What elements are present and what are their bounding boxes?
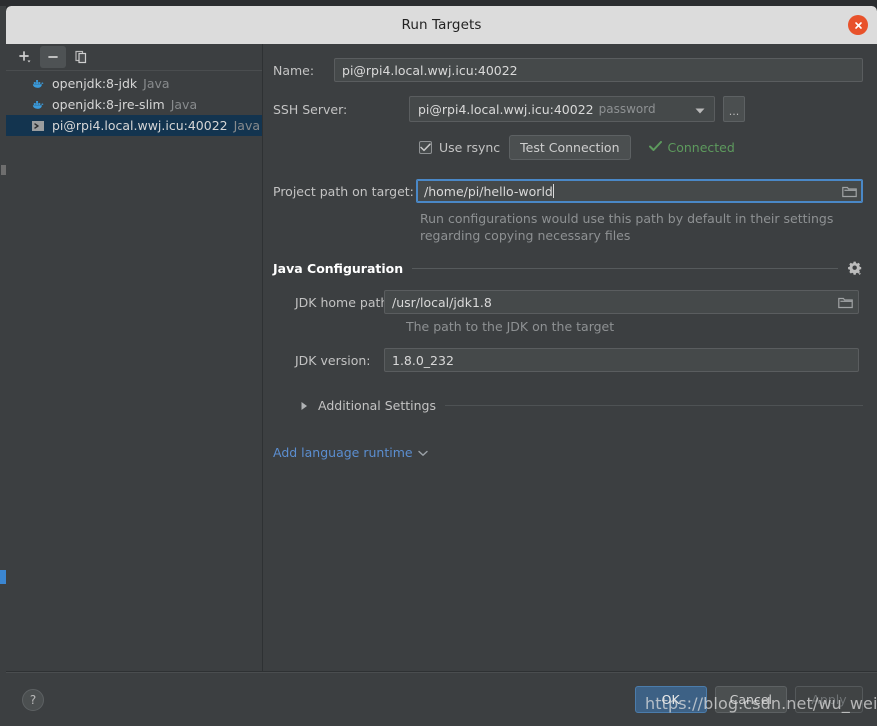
section-divider — [412, 267, 838, 269]
target-settings-pane: Name: pi@rpi4.local.wwj.icu:40022 SSH Se… — [263, 44, 877, 671]
jdk-version-label: JDK version: — [295, 352, 371, 368]
copy-target-button[interactable] — [68, 46, 94, 68]
text-caret — [552, 184, 554, 198]
ssh-server-browse-button[interactable]: ... — [723, 96, 745, 122]
help-button[interactable]: ? — [22, 688, 44, 711]
project-path-label: Project path on target: — [273, 183, 414, 199]
list-item[interactable]: openjdk:8-jdk Java — [6, 73, 262, 94]
chevron-down-icon — [417, 445, 428, 460]
chevron-down-icon — [695, 100, 705, 119]
check-icon — [648, 140, 662, 155]
folder-icon[interactable] — [837, 294, 853, 310]
jdk-version-row: JDK version: 1.8.0_232 — [273, 348, 863, 372]
project-path-hint: Run configurations would use this path b… — [420, 211, 834, 243]
additional-settings-section[interactable]: Additional Settings — [273, 396, 863, 415]
add-target-button[interactable] — [12, 46, 38, 68]
list-item-language: Java — [170, 97, 198, 112]
project-path-row: Project path on target: /home/pi/hello-w… — [273, 179, 863, 203]
name-input-value: pi@rpi4.local.wwj.icu:40022 — [342, 62, 518, 78]
use-rsync-label: Use rsync — [439, 140, 501, 155]
jdk-home-path-input[interactable]: /usr/local/jdk1.8 — [384, 290, 859, 314]
status-badge: Connected — [667, 140, 735, 155]
name-row: Name: pi@rpi4.local.wwj.icu:40022 — [273, 58, 863, 82]
dialog-footer: ? OK Cancel Apply — [6, 672, 877, 726]
targets-sidebar: openjdk:8-jdk Java openjdk:8-jre-slim Ja… — [6, 44, 263, 671]
ellipsis-icon: ... — [728, 105, 740, 118]
list-item[interactable]: pi@rpi4.local.wwj.icu:40022 Java — [6, 115, 262, 136]
cancel-button[interactable]: Cancel — [714, 686, 787, 713]
apply-button: Apply — [795, 686, 863, 713]
close-icon[interactable] — [848, 15, 868, 35]
java-configuration-header: Java Configuration — [273, 260, 863, 276]
jdk-version-input[interactable]: 1.8.0_232 — [384, 348, 859, 372]
dialog-body: openjdk:8-jdk Java openjdk:8-jre-slim Ja… — [6, 44, 877, 672]
list-item-label: pi@rpi4.local.wwj.icu:40022 — [52, 118, 228, 133]
ok-button[interactable]: OK — [634, 686, 707, 713]
dialog-action-buttons: OK Cancel Apply — [634, 686, 863, 713]
jdk-home-path-label: JDK home path: — [295, 294, 393, 310]
question-icon: ? — [29, 692, 37, 707]
list-item-language: Java — [233, 118, 261, 133]
name-label: Name: — [273, 62, 315, 78]
docker-icon — [30, 76, 46, 92]
jdk-home-path-value: /usr/local/jdk1.8 — [392, 294, 492, 310]
ok-button-label: OK — [661, 692, 680, 707]
jdk-home-path-hint: The path to the JDK on the target — [406, 319, 615, 334]
list-item[interactable]: openjdk:8-jre-slim Java — [6, 94, 262, 115]
ssh-server-row: SSH Server: pi@rpi4.local.wwj.icu:40022 … — [273, 96, 863, 122]
remove-target-button[interactable] — [40, 46, 66, 68]
ssh-server-label: SSH Server: — [273, 101, 348, 117]
jdk-home-path-row: JDK home path: /usr/local/jdk1.8 — [273, 290, 863, 314]
dialog-title: Run Targets — [401, 17, 482, 33]
cancel-button-label: Cancel — [729, 692, 772, 707]
gear-dropdown-icon[interactable] — [847, 260, 863, 276]
terminal-icon — [30, 118, 46, 134]
test-connection-label: Test Connection — [520, 140, 620, 155]
ssh-server-select[interactable]: pi@rpi4.local.wwj.icu:40022 password — [409, 96, 715, 122]
java-configuration-title: Java Configuration — [273, 260, 404, 276]
apply-button-label: Apply — [811, 692, 847, 707]
use-rsync-checkbox[interactable] — [419, 141, 432, 154]
triangle-right-icon[interactable] — [300, 396, 309, 415]
add-language-runtime-label: Add language runtime — [273, 445, 413, 460]
sidebar-toolbar — [6, 44, 262, 71]
list-item-language: Java — [143, 76, 170, 91]
dialog-titlebar: Run Targets — [6, 6, 877, 44]
test-connection-button[interactable]: Test Connection — [509, 135, 631, 160]
folder-icon[interactable] — [841, 183, 857, 199]
additional-settings-label: Additional Settings — [318, 398, 436, 413]
name-input[interactable]: pi@rpi4.local.wwj.icu:40022 — [334, 58, 863, 82]
list-item-label: openjdk:8-jdk — [52, 76, 138, 91]
jdk-version-value: 1.8.0_232 — [392, 352, 454, 368]
connection-status: Connected — [648, 140, 735, 155]
section-divider — [445, 405, 863, 406]
list-item-label: openjdk:8-jre-slim — [52, 97, 165, 112]
rsync-row: Use rsync Test Connection Connected — [273, 135, 863, 160]
ssh-server-auth: password — [598, 102, 656, 116]
run-targets-dialog: Run Targets openjdk:8-jdk Java openjdk:8… — [6, 6, 877, 726]
ssh-server-value: pi@rpi4.local.wwj.icu:40022 — [418, 101, 594, 117]
add-language-runtime-link[interactable]: Add language runtime — [273, 445, 428, 460]
project-path-input[interactable]: /home/pi/hello-world — [416, 179, 863, 203]
docker-icon — [30, 97, 46, 113]
project-path-value: /home/pi/hello-world — [424, 183, 553, 199]
targets-list[interactable]: openjdk:8-jdk Java openjdk:8-jre-slim Ja… — [6, 71, 262, 671]
